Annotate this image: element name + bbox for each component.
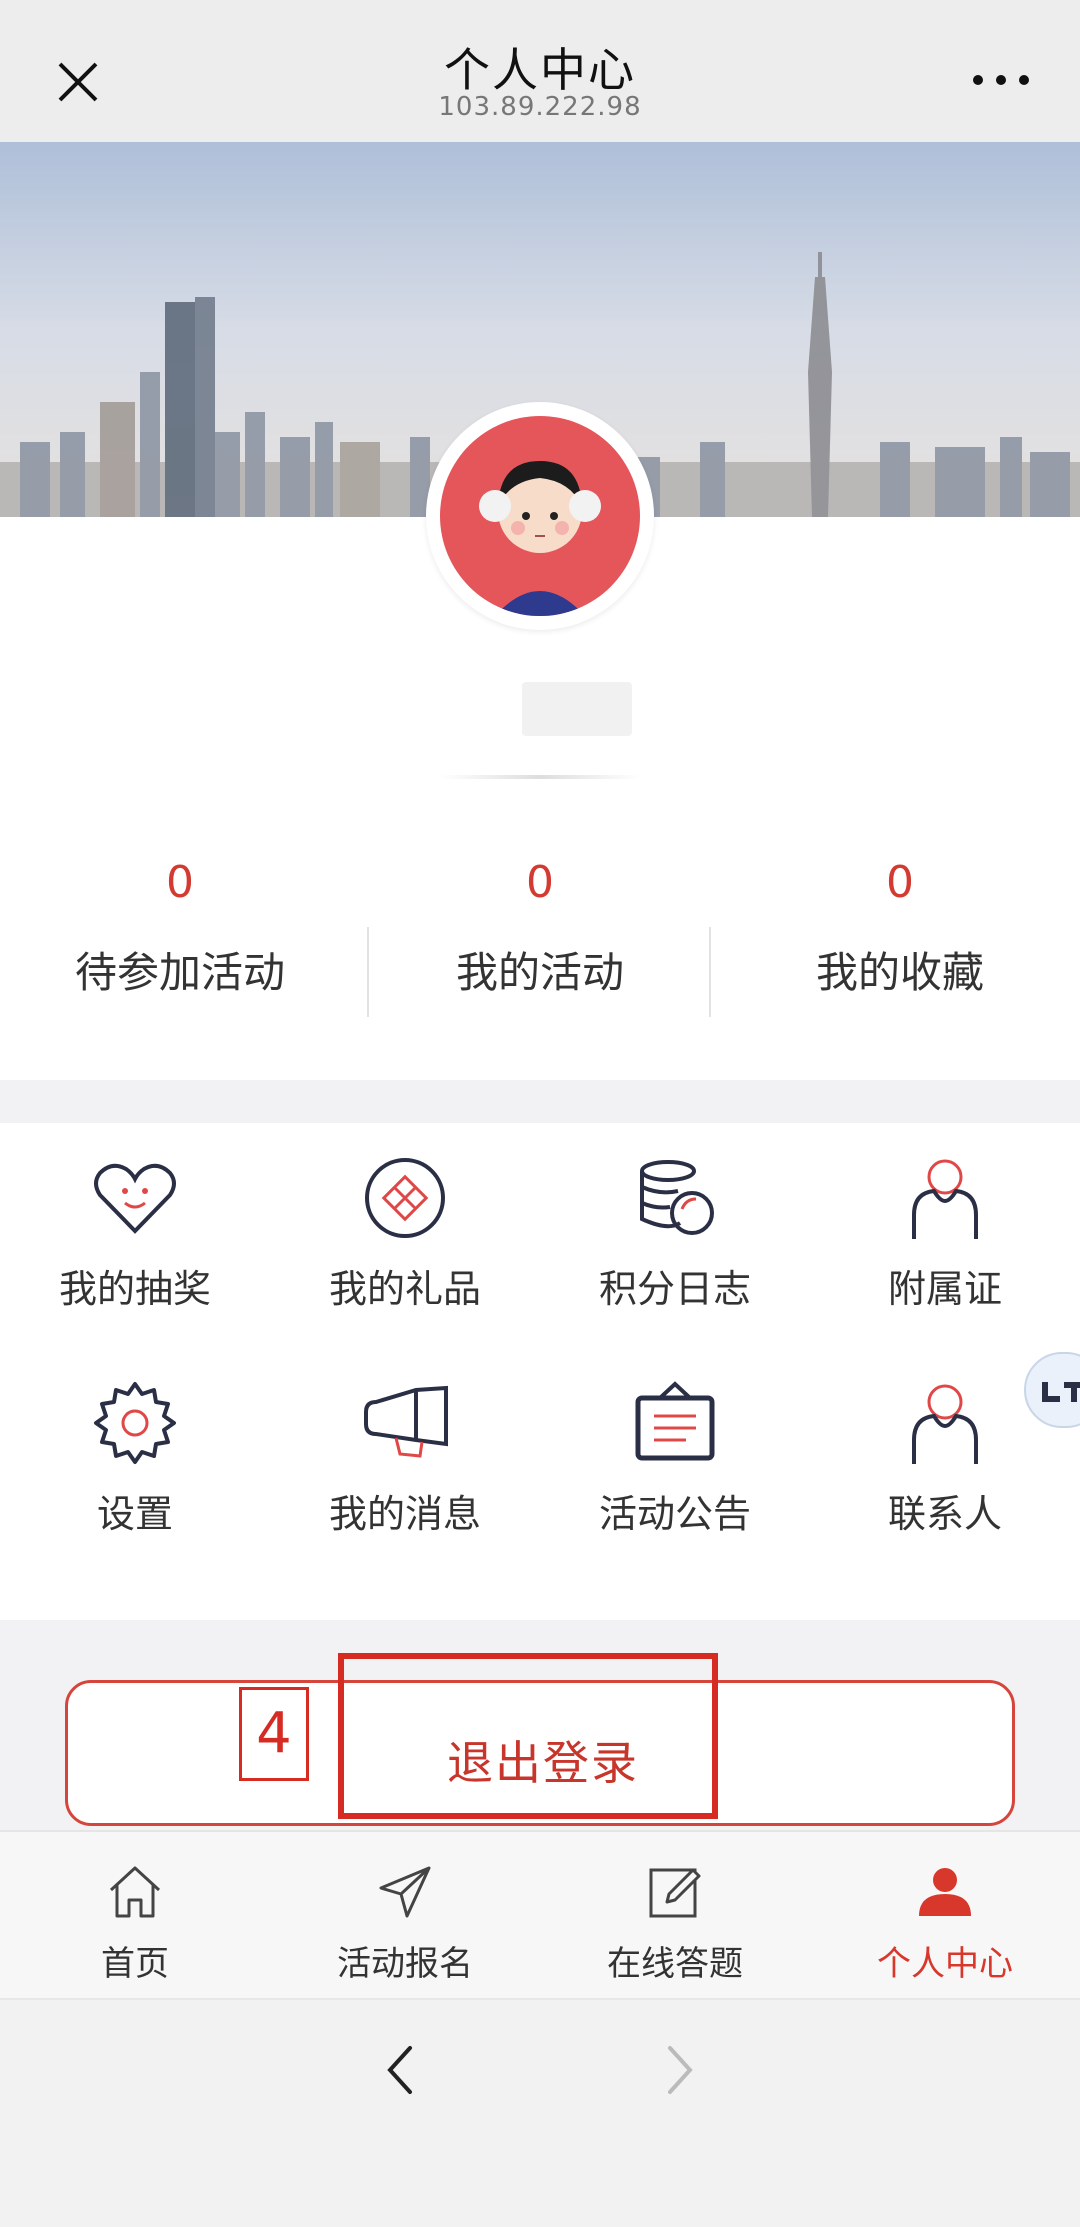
browser-toolbar [0,1998,1080,2227]
nav-online-quiz[interactable]: 在线答题 [540,1832,810,2000]
nav-label: 活动报名 [337,1944,473,1984]
menu-item-announcements[interactable]: 活动公告 [540,1348,810,1568]
menu-label: 联系人 [887,1492,1002,1536]
send-icon [379,1866,431,1918]
menu-item-settings[interactable]: 设置 [0,1348,270,1568]
avatar[interactable] [426,402,654,630]
stat-value: 0 [166,857,194,908]
stat-my-favorites[interactable]: 0 我的收藏 [720,827,1080,1017]
annotation-number: 4 [239,1687,309,1781]
coins-icon [640,1160,714,1235]
side-tab-icon [1042,1382,1080,1402]
heart-smile-icon [94,1163,176,1234]
nav-label: 个人中心 [877,1944,1013,1984]
nav-label: 首页 [101,1944,169,1984]
menu-item-affiliate-cert[interactable]: 附属证 [810,1123,1080,1343]
back-icon[interactable] [380,2040,420,2100]
menu-label: 设置 [96,1492,173,1536]
avatar-image [440,416,640,616]
top-bar: 个人中心 103.89.222.98 [0,0,1080,142]
stat-value: 0 [886,857,914,908]
home-icon [109,1866,161,1918]
edit-icon [649,1868,701,1918]
nav-personal-center[interactable]: 个人中心 [810,1832,1080,2000]
nav-home[interactable]: 首页 [0,1832,270,2000]
menu-item-gifts[interactable]: 我的礼品 [270,1123,540,1343]
bottom-nav: 首页 活动报名 在线答题 个人中心 [0,1830,1080,1998]
user-icon [919,1868,971,1916]
menu-label: 附属证 [887,1267,1002,1311]
nav-activity-signup[interactable]: 活动报名 [270,1832,540,2000]
highlight-box [338,1653,718,1819]
stat-label: 我的收藏 [815,948,984,997]
stat-label: 我的活动 [455,948,624,997]
stat-label: 待参加活动 [74,948,285,997]
menu-grid: 我的抽奖 我的礼品 积分日志 附属证 设置 我的消息 活动公告 联系人 [0,1123,1080,1620]
gift-icon [365,1158,445,1238]
menu-label: 我的抽奖 [58,1267,211,1311]
menu-item-points-log[interactable]: 积分日志 [540,1123,810,1343]
megaphone-icon [364,1385,448,1458]
username-placeholder [522,682,632,736]
stats-row: 0 待参加活动 0 我的活动 0 我的收藏 [0,827,1080,1017]
nav-label: 在线答题 [607,1944,743,1984]
divider [709,927,711,1017]
contact-icon [912,1384,978,1464]
stat-pending-activities[interactable]: 0 待参加活动 [0,827,360,1017]
page-subtitle: 103.89.222.98 [438,92,642,122]
notice-board-icon [635,1381,715,1461]
gear-icon [94,1382,176,1464]
menu-label: 活动公告 [598,1492,751,1536]
page-title: 个人中心 [444,43,636,97]
stat-my-activities[interactable]: 0 我的活动 [360,827,720,1017]
divider [440,775,640,779]
more-icon[interactable] [966,60,1036,100]
menu-item-messages[interactable]: 我的消息 [270,1348,540,1568]
menu-label: 我的礼品 [328,1267,481,1311]
person-icon [912,1159,978,1239]
divider [367,927,369,1017]
forward-icon[interactable] [660,2040,700,2100]
menu-label: 积分日志 [598,1267,751,1311]
menu-item-lottery[interactable]: 我的抽奖 [0,1123,270,1343]
stat-value: 0 [526,857,554,908]
menu-label: 我的消息 [328,1492,481,1536]
